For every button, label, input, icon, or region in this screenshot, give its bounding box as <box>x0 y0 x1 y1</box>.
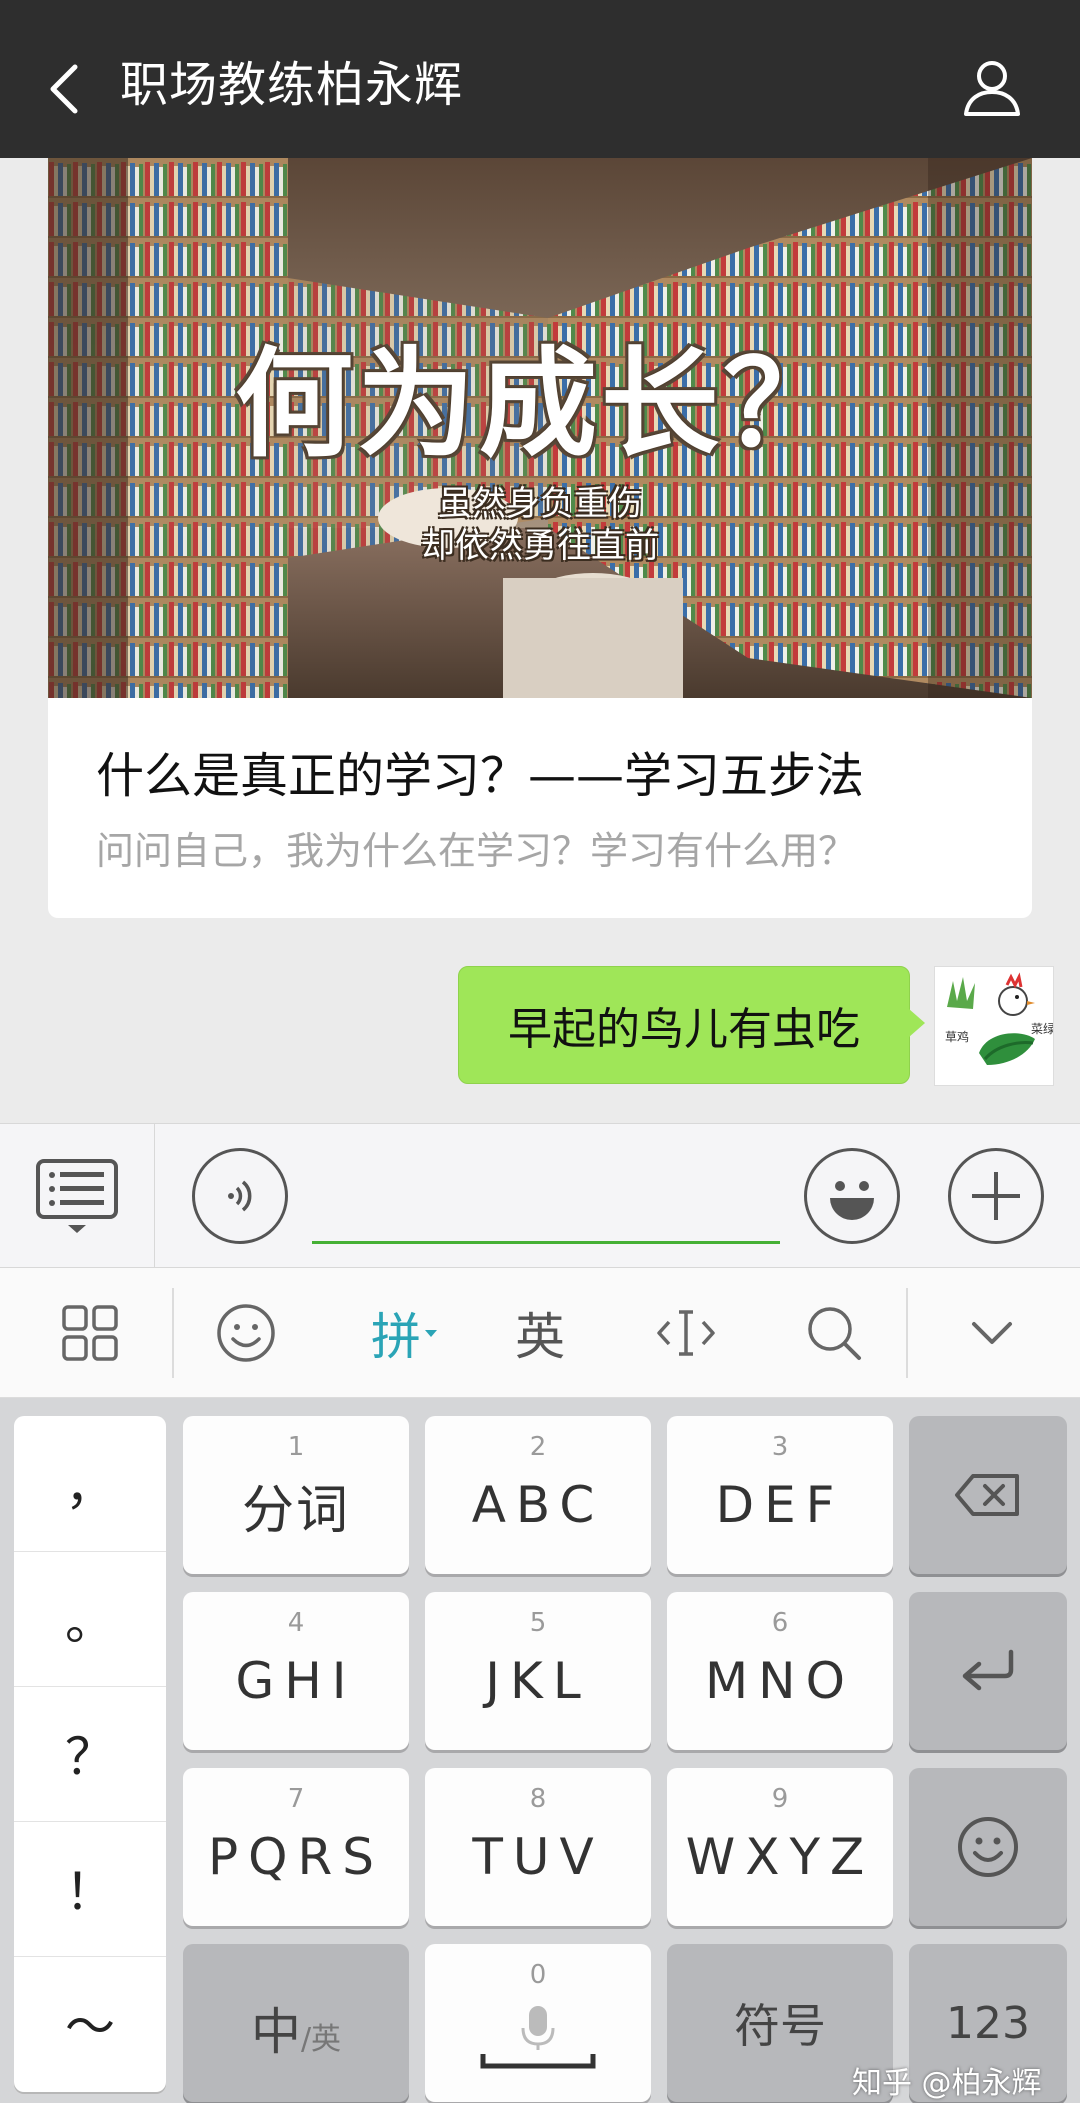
key-2[interactable]: 2 ABC <box>425 1416 651 1574</box>
key-number: 2 <box>529 1432 547 1462</box>
toolbar-divider <box>906 1288 908 1378</box>
en-small-label: /英 <box>300 2022 342 2057</box>
message-text: 早起的鸟儿有虫吃 <box>508 1004 860 1055</box>
cursor-move-icon <box>657 1310 715 1356</box>
key-number: 6 <box>771 1608 789 1638</box>
emoji-icon <box>830 1181 874 1220</box>
key-9[interactable]: 9 WXYZ <box>667 1768 893 1926</box>
menu-toggle-button[interactable] <box>0 1124 155 1267</box>
search-icon <box>808 1307 861 1360</box>
cover-subtitle-line2: 却依然勇往直前 <box>421 526 659 566</box>
chat-info-button[interactable] <box>952 48 1032 128</box>
grid-icon <box>62 1305 118 1361</box>
chat-title: 职场教练柏永辉 <box>120 57 464 113</box>
caret-down-icon <box>425 1330 437 1337</box>
avatar[interactable]: 草鸡 菜绿 <box>934 966 1054 1086</box>
cover-title: 何为成长？ <box>234 335 845 473</box>
symbols-label: 符号 <box>734 1999 826 2053</box>
ime-toolbar: 拼 英 <box>0 1268 1080 1398</box>
zh-label: 中 <box>250 2003 301 2061</box>
emoji-button[interactable] <box>804 1148 900 1244</box>
key-label: MNO <box>705 1652 855 1710</box>
article-cover-image: 何为成长？ 虽然身负重伤 却依然勇往直前 <box>48 158 1032 698</box>
more-button[interactable] <box>948 1148 1044 1244</box>
ime-search-button[interactable] <box>784 1268 884 1398</box>
ime-english-button[interactable]: 英 <box>490 1268 590 1398</box>
key-number: 9 <box>771 1784 789 1814</box>
key-label: DEF <box>715 1476 845 1534</box>
ime-emoji-button[interactable] <box>196 1268 296 1398</box>
numbers-label: 123 <box>946 1997 1030 2049</box>
key-label: ABC <box>471 1476 605 1534</box>
chevron-down-icon <box>972 1322 1012 1344</box>
avatar-text-right: 菜绿 <box>1031 1021 1054 1036</box>
voice-icon <box>228 1180 252 1212</box>
english-label: 英 <box>515 1308 565 1366</box>
avatar-text-left: 草鸡 <box>945 1029 969 1044</box>
toolbar-divider <box>172 1288 174 1378</box>
smiley-icon <box>217 1304 275 1362</box>
key-number: 8 <box>529 1784 547 1814</box>
key-number: 5 <box>529 1608 547 1638</box>
plus-icon <box>972 1172 1020 1220</box>
microphone-space-icon <box>480 2006 596 2069</box>
chevron-left-icon <box>50 64 78 114</box>
message-input[interactable] <box>312 1154 780 1244</box>
backspace-icon <box>955 1474 1019 1516</box>
key-label: TUV <box>472 1828 604 1886</box>
key-label: 分词 <box>241 1481 350 1541</box>
space-key[interactable]: 0 <box>425 1944 651 2102</box>
avatar-image: 草鸡 菜绿 <box>945 972 1054 1065</box>
article-card[interactable]: 何为成长？ 虽然身负重伤 却依然勇往直前 什么是真正的学习？——学习五步法 问问… <box>48 158 1032 918</box>
key-label: JKL <box>485 1652 591 1710</box>
menu-icon <box>36 1158 118 1233</box>
enter-key[interactable] <box>909 1592 1067 1750</box>
back-button[interactable] <box>30 44 100 134</box>
pinyin-label: 拼 <box>371 1308 421 1366</box>
key-number: 3 <box>771 1432 789 1462</box>
punct-key-comma[interactable]: ， <box>14 1416 166 1549</box>
article-title[interactable]: 什么是真正的学习？——学习五步法 <box>96 736 864 806</box>
key-4[interactable]: 4 GHI <box>183 1592 409 1750</box>
punct-key-period[interactable]: 。 <box>14 1551 166 1684</box>
key-3[interactable]: 3 DEF <box>667 1416 893 1574</box>
keyboard: ， 。 ？ ！ ～ 1 分词 2 ABC 3 DEF 4 GHI 5 JKL 6… <box>0 1398 1080 2103</box>
enter-icon <box>962 1649 1014 1691</box>
hide-keyboard-button[interactable] <box>942 1268 1042 1398</box>
key-5[interactable]: 5 JKL <box>425 1592 651 1750</box>
chat-area[interactable]: 何为成长？ 虽然身负重伤 却依然勇往直前 什么是真正的学习？——学习五步法 问问… <box>0 158 1080 1123</box>
sent-message-bubble[interactable]: 早起的鸟儿有虫吃 <box>458 966 925 1084</box>
key-label: PQRS <box>208 1828 384 1886</box>
punct-key-question[interactable]: ？ <box>14 1686 166 1819</box>
ime-grid-button[interactable] <box>40 1268 140 1398</box>
punct-key-exclamation[interactable]: ！ <box>14 1821 166 1954</box>
punct-key-tilde[interactable]: ～ <box>14 1956 166 2089</box>
smiley-icon <box>958 1817 1018 1877</box>
voice-button[interactable] <box>192 1148 288 1244</box>
punctuation-column[interactable]: ， 。 ？ ！ ～ <box>14 1416 166 2092</box>
ime-pinyin-button[interactable]: 拼 <box>350 1268 460 1398</box>
watermark: 知乎 @柏永辉 <box>852 2066 1042 2101</box>
article-description: 问问自己，我为什么在学习？学习有什么用？ <box>96 829 857 873</box>
key-number: 4 <box>287 1608 305 1638</box>
key-8[interactable]: 8 TUV <box>425 1768 651 1926</box>
key-label: GHI <box>235 1652 357 1710</box>
key-number: 7 <box>287 1784 305 1814</box>
backspace-key[interactable] <box>909 1416 1067 1574</box>
chat-input-bar <box>0 1123 1080 1268</box>
chinese-english-toggle-key[interactable]: 中 /英 <box>183 1944 409 2102</box>
key-7[interactable]: 7 PQRS <box>183 1768 409 1926</box>
top-bar: 职场教练柏永辉 <box>0 0 1080 158</box>
key-number: 1 <box>287 1432 305 1462</box>
key-1[interactable]: 1 分词 <box>183 1416 409 1574</box>
key-label: WXYZ <box>685 1828 875 1886</box>
person-icon <box>964 61 1020 116</box>
ime-cursor-button[interactable] <box>636 1268 736 1398</box>
key-6[interactable]: 6 MNO <box>667 1592 893 1750</box>
emoji-key[interactable] <box>909 1768 1067 1926</box>
